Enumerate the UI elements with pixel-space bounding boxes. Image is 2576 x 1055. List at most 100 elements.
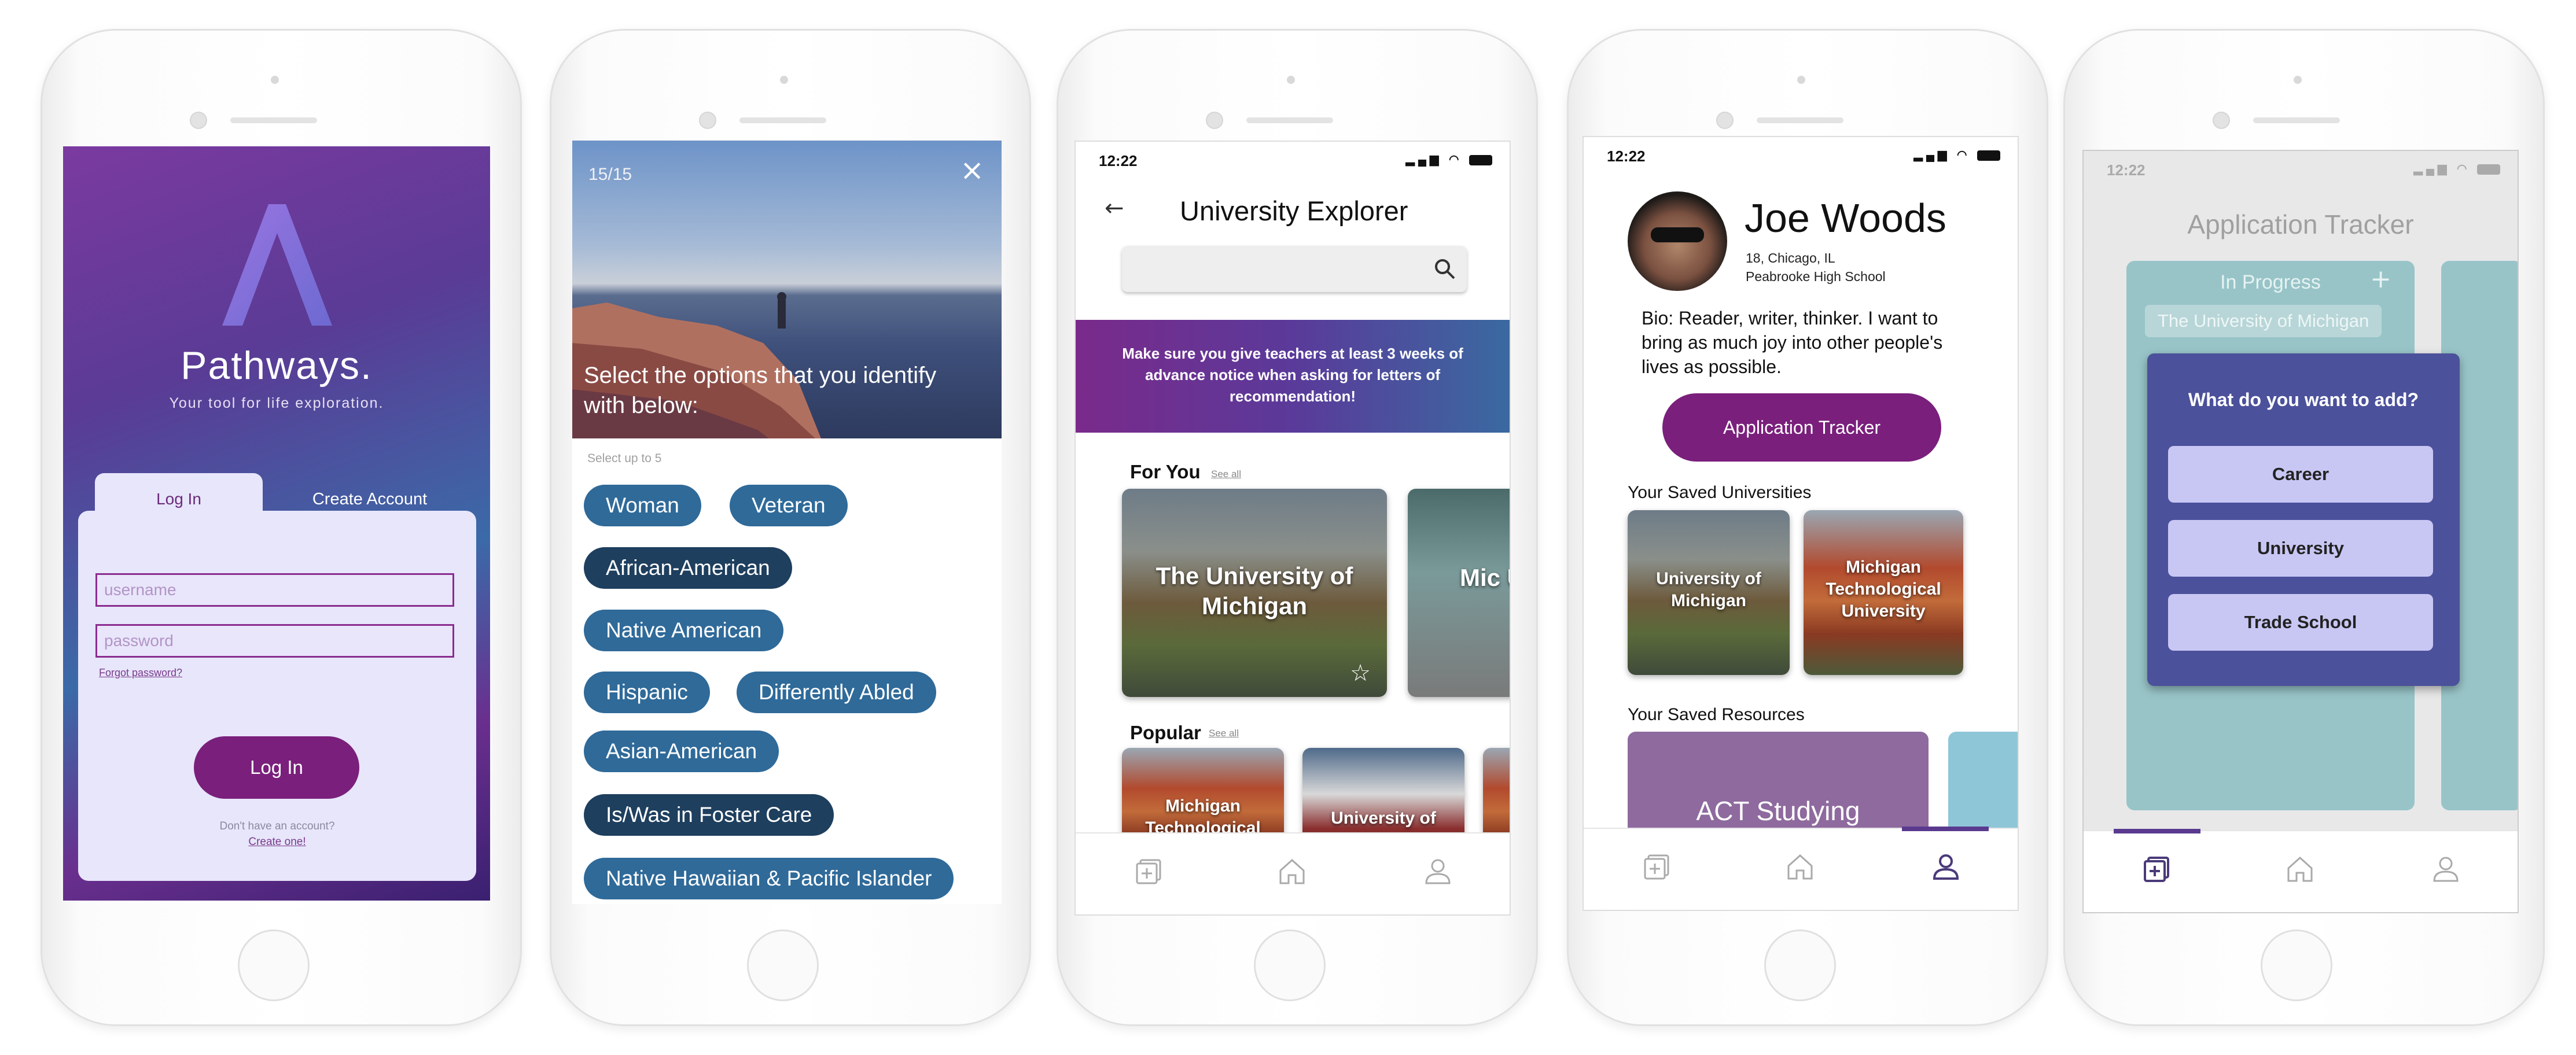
home-button[interactable]: [747, 929, 819, 1001]
tab-tracker[interactable]: [2141, 854, 2176, 889]
speaker-grill: [739, 117, 826, 123]
progress-counter: 15/15: [588, 165, 632, 184]
see-all-link[interactable]: See all: [1209, 728, 1239, 739]
phone-frame-profile: 12:22 ▂▄▆ ◠ Joe Woods 18, Chicago, IL Pe…: [1567, 29, 2048, 1026]
tracker-screen: 12:22 ▂▄▆ ◠ Application Tracker In Progr…: [2082, 150, 2519, 913]
sunglasses-shape: [1651, 227, 1704, 242]
front-camera: [1206, 112, 1223, 129]
card-title: University of Michigan: [1656, 569, 1761, 610]
chip-hispanic[interactable]: Hispanic: [584, 672, 710, 713]
tracker-item[interactable]: The University of Michigan: [2145, 305, 2382, 337]
search-input[interactable]: [1122, 246, 1467, 292]
option-university[interactable]: University: [2168, 520, 2433, 577]
tab-home[interactable]: [1785, 852, 1820, 887]
option-trade-school[interactable]: Trade School: [2168, 594, 2433, 651]
star-icon[interactable]: ☆: [1350, 660, 1371, 687]
profile-bio: Bio: Reader, writer, thinker. I want to …: [1642, 308, 1943, 377]
home-button[interactable]: [1254, 929, 1326, 1001]
saved-universities-heading: Your Saved Universities: [1628, 483, 1812, 502]
card-title: Michigan Technological University: [1826, 558, 1941, 621]
tip-banner-text: Make sure you give teachers at least 3 w…: [1122, 345, 1463, 405]
status-bar: 12:22 ▂▄▆ ◠: [1076, 142, 1510, 176]
tab-tracker[interactable]: [1134, 857, 1168, 891]
card-university-of-michigan[interactable]: The University of Michigan ☆: [1122, 489, 1387, 697]
login-card: username password Forgot password? Log I…: [78, 511, 476, 881]
card-title: Mic U: [1460, 564, 1510, 591]
modal-title: What do you want to add?: [2188, 389, 2419, 410]
tab-profile[interactable]: [1931, 852, 1966, 887]
tab-home[interactable]: [2285, 854, 2320, 889]
app-tagline: Your tool for life exploration.: [169, 395, 384, 411]
tab-bar: [1584, 827, 2018, 910]
explorer-screen: 12:22 ▂▄▆ ◠ ← University Explorer Make s…: [1074, 141, 1511, 916]
home-icon: [1787, 854, 1813, 880]
home-button[interactable]: [238, 929, 310, 1001]
status-time: 12:22: [2107, 161, 2146, 179]
chip-veteran[interactable]: Veteran: [730, 485, 848, 526]
speaker-grill: [1757, 117, 1843, 123]
status-icons: ▂▄▆ ◠: [2414, 161, 2500, 176]
login-button[interactable]: Log In: [194, 736, 359, 799]
tab-tracker[interactable]: [1642, 852, 1676, 887]
chip-woman[interactable]: Woman: [584, 485, 701, 526]
avatar: [1628, 191, 1727, 291]
resource-card-title: ACT Studying: [1696, 796, 1860, 826]
profile-icon: [1425, 859, 1451, 884]
tab-bar: [2084, 829, 2518, 912]
no-account-text: Don't have an account?: [219, 820, 335, 832]
saved-university-michigan[interactable]: University of Michigan: [1628, 510, 1790, 675]
saved-university-mtu[interactable]: Michigan Technological University: [1804, 510, 1963, 675]
phone-frame-explorer: 12:22 ▂▄▆ ◠ ← University Explorer Make s…: [1057, 29, 1538, 1026]
phone-frame-login: Pathways. Your tool for life exploration…: [41, 29, 522, 1026]
home-button[interactable]: [2261, 929, 2332, 1001]
home-button[interactable]: [1764, 929, 1836, 1001]
home-icon: [1279, 858, 1305, 884]
tracker-icon: [1644, 854, 1669, 880]
chip-native-american[interactable]: Native American: [584, 610, 784, 651]
speaker-grill: [1246, 117, 1333, 123]
status-time: 12:22: [1099, 152, 1138, 169]
front-camera: [190, 112, 207, 129]
profile-screen: 12:22 ▂▄▆ ◠ Joe Woods 18, Chicago, IL Pe…: [1583, 136, 2019, 911]
page-title: University Explorer: [1180, 195, 1408, 226]
status-bar: 12:22 ▂▄▆ ◠: [2084, 151, 2518, 186]
application-tracker-button[interactable]: Application Tracker: [1662, 393, 1941, 462]
identity-screen: 15/15 × Select the options that you iden…: [572, 141, 1002, 904]
tab-profile[interactable]: [2431, 854, 2465, 889]
username-field[interactable]: username: [95, 573, 454, 607]
profile-meta-school: Peabrooke High School: [1746, 269, 1886, 284]
camera-dot: [1797, 76, 1805, 84]
card-partial-university[interactable]: Mic U: [1408, 489, 1510, 697]
chip-native-hawaiian[interactable]: Native Hawaiian & Pacific Islander: [584, 858, 954, 899]
create-one-link[interactable]: Create one!: [78, 836, 476, 849]
close-icon[interactable]: ×: [960, 153, 984, 187]
chip-foster-care[interactable]: Is/Was in Foster Care: [584, 794, 834, 836]
chip-african-american[interactable]: African-American: [584, 547, 792, 589]
tracker-icon: [2144, 857, 2169, 882]
add-item-icon[interactable]: +: [2370, 264, 2391, 294]
profile-icon: [2433, 857, 2459, 882]
card-title: University of: [1331, 809, 1436, 828]
see-all-link[interactable]: See all: [1211, 469, 1241, 480]
status-bar: 12:22 ▂▄▆ ◠: [1584, 137, 2018, 172]
phone-frame-tracker: 12:22 ▂▄▆ ◠ Application Tracker In Progr…: [2063, 29, 2545, 1026]
status-time: 12:22: [1607, 147, 1646, 165]
for-you-heading: For You: [1130, 461, 1201, 482]
chip-differently-abled[interactable]: Differently Abled: [737, 672, 936, 713]
active-tab-indicator: [1902, 827, 1989, 831]
password-field[interactable]: password: [95, 624, 454, 658]
pathways-logo-icon: [222, 204, 332, 326]
camera-dot: [780, 76, 788, 84]
tab-home[interactable]: [1277, 857, 1312, 891]
popular-heading: Popular: [1130, 722, 1201, 743]
profile-name: Joe Woods: [1745, 195, 1946, 241]
forgot-password-link[interactable]: Forgot password?: [99, 667, 182, 679]
tip-banner: Make sure you give teachers at least 3 w…: [1076, 320, 1510, 433]
tab-bar: [1076, 832, 1510, 914]
identity-prompt: Select the options that you identify wit…: [584, 363, 937, 418]
chip-asian-american[interactable]: Asian-American: [584, 731, 779, 772]
option-career[interactable]: Career: [2168, 446, 2433, 503]
tab-profile[interactable]: [1423, 857, 1458, 891]
back-arrow-icon[interactable]: ←: [1105, 195, 1124, 222]
phone-frame-identity: 15/15 × Select the options that you iden…: [550, 29, 1031, 1026]
